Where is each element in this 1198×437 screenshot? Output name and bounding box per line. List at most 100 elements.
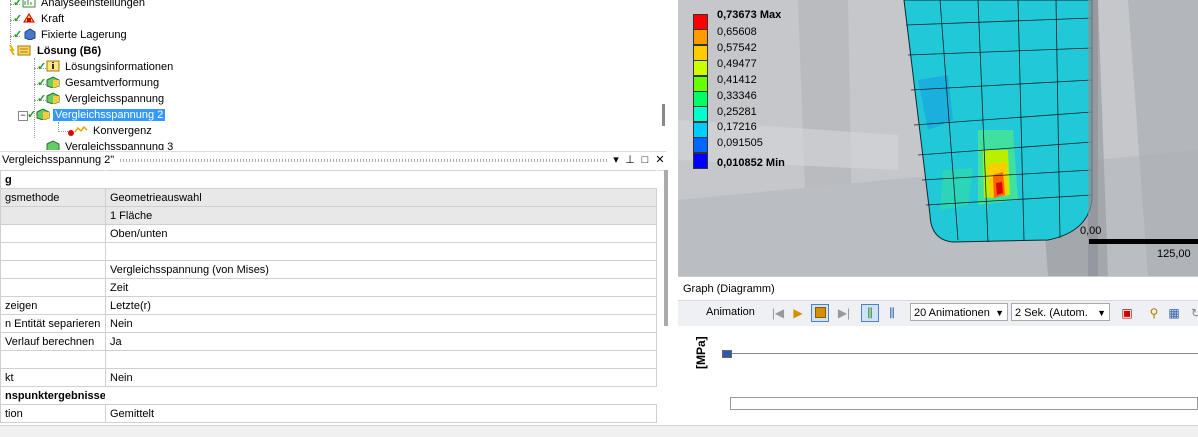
tree-item-force[interactable]: ✓ Kraft — [13, 11, 66, 27]
solution-info-icon: ✓ — [37, 60, 60, 73]
details-row[interactable]: g — [0, 170, 657, 189]
property-name — [0, 350, 106, 369]
timeline-scrollbar[interactable] — [730, 397, 1198, 410]
zoom-icon[interactable]: ⚲ — [1146, 305, 1162, 321]
previous-frame-icon[interactable]: |◀ — [770, 305, 786, 321]
legend-min-label: 0,010852 Min — [717, 157, 785, 169]
maximize-icon[interactable]: □ — [639, 154, 651, 166]
dropdown-icon[interactable]: ▾ — [610, 154, 622, 166]
details-row[interactable]: 1 Fläche — [0, 206, 657, 225]
duration-value: 2 Sek. (Autom. — [1015, 307, 1088, 319]
tree-item-solution[interactable]: Lösung (B6) — [8, 43, 103, 59]
details-title: Vergleichsspannung 2" — [2, 154, 115, 166]
scale-start-label: 0,00 — [1080, 225, 1102, 237]
details-row[interactable]: zeigen Letzte(r) — [0, 296, 657, 315]
legend-swatch — [693, 14, 708, 30]
animation-label: Animation — [706, 306, 755, 318]
fixed-support-icon: ✓ — [13, 28, 36, 41]
legend-value: 0,17216 — [717, 121, 757, 134]
property-value[interactable]: Nein — [105, 368, 657, 387]
tree-item-von-mises-1[interactable]: ✓ Vergleichsspannung — [37, 91, 166, 107]
tree-item-von-mises-2[interactable]: − ✓ Vergleichsspannung 2 — [18, 107, 166, 123]
property-value[interactable] — [105, 242, 657, 261]
legend-swatch — [693, 29, 708, 46]
frames-dropdown[interactable]: 20 Animationen ▼ — [910, 303, 1008, 321]
result-icon — [46, 140, 60, 150]
export-video-icon[interactable]: ▣ — [1119, 305, 1135, 321]
property-value — [105, 170, 657, 189]
details-row[interactable]: Zeit — [0, 278, 657, 297]
close-icon[interactable]: ✕ — [654, 154, 666, 166]
play-icon[interactable]: ▶ — [790, 305, 806, 321]
tabular-data-icon[interactable]: ▦ — [1166, 305, 1182, 321]
property-name: Verlauf berechnen — [0, 332, 106, 351]
legend-value: 0,65608 — [717, 26, 757, 38]
property-value[interactable]: Zeit — [105, 278, 657, 297]
stop-button[interactable] — [811, 304, 829, 322]
details-row[interactable]: Oben/unten — [0, 224, 657, 243]
details-row[interactable] — [0, 350, 657, 369]
property-value[interactable]: Geometrieauswahl — [105, 188, 657, 207]
details-scrollbar[interactable] — [664, 170, 668, 326]
next-frame-icon[interactable]: ▶| — [836, 305, 852, 321]
legend-value: 0,41412 — [717, 73, 757, 86]
property-name — [0, 206, 106, 225]
property-name: tion — [0, 404, 106, 423]
tree-guide — [34, 58, 35, 138]
details-row[interactable] — [0, 242, 657, 261]
graph-axis — [722, 353, 1198, 354]
property-value — [105, 386, 657, 405]
chevron-down-icon: ▼ — [1097, 308, 1106, 318]
duration-dropdown[interactable]: 2 Sek. (Autom. ▼ — [1011, 303, 1110, 321]
details-row[interactable]: gsmethode Geometrieauswahl — [0, 188, 657, 207]
tree-item-von-mises-3[interactable]: Vergleichsspannung 3 — [46, 139, 175, 150]
outline-tree[interactable]: ✓ Analyseeinstellungen ✓ Kraft ✓ Fixierte L… — [0, 0, 665, 150]
tree-item-solution-info[interactable]: ✓ Lösungsinformationen — [37, 59, 175, 75]
details-row[interactable]: n Entität separieren Nein — [0, 314, 657, 333]
analysis-settings-icon: ✓ — [13, 0, 36, 9]
distributed-frames-icon[interactable]: ⫼ — [861, 304, 879, 322]
header-grip — [120, 159, 607, 162]
legend-value: 0,091505 — [717, 137, 763, 150]
details-row[interactable]: kt Nein — [0, 368, 657, 387]
legend-value: 0,25281 — [717, 105, 757, 118]
legend-swatch — [693, 152, 708, 169]
legend-swatch — [693, 44, 708, 61]
details-row[interactable]: Verlauf berechnen Ja — [0, 332, 657, 351]
legend-max-label: 0,73673 Max — [717, 9, 782, 21]
tree-item-analysis-settings[interactable]: ✓ Analyseeinstellungen — [13, 0, 147, 11]
property-name: kt — [0, 368, 106, 387]
legend-swatch — [693, 106, 708, 123]
legend-swatch — [693, 75, 708, 92]
tree-scrollbar[interactable] — [662, 104, 665, 126]
graph-y-unit: [MPa] — [694, 336, 708, 369]
pin-icon[interactable]: ⊥ — [624, 154, 636, 166]
property-name: nspunktergebnisse — [0, 386, 106, 405]
frames-value: 20 Animationen — [914, 307, 990, 319]
details-row[interactable]: Vergleichsspannung (von Mises) — [0, 260, 657, 279]
legend-swatch — [693, 91, 708, 107]
result-sets-icon[interactable]: ⫼ — [884, 305, 900, 321]
property-value[interactable]: Oben/unten — [105, 224, 657, 243]
details-row[interactable]: tion Gemittelt — [0, 404, 657, 423]
tree-item-fixed-support[interactable]: ✓ Fixierte Lagerung — [13, 27, 129, 43]
refresh-icon[interactable]: ↻ — [1188, 305, 1198, 321]
property-value[interactable]: Letzte(r) — [105, 296, 657, 315]
property-name — [0, 224, 106, 243]
property-name — [0, 260, 106, 279]
details-row[interactable]: nspunktergebnisse — [0, 386, 657, 405]
tree-item-total-deformation[interactable]: ✓ Gesamtverformung — [37, 75, 161, 91]
tree-item-convergence[interactable]: Konvergenz — [68, 123, 154, 139]
property-name: n Entität separieren — [0, 314, 106, 333]
time-marker[interactable] — [722, 350, 732, 358]
property-name: gsmethode — [0, 188, 106, 207]
property-value[interactable] — [105, 350, 657, 369]
tree-guide — [10, 0, 11, 44]
property-name — [0, 278, 106, 297]
property-value[interactable]: Vergleichsspannung (von Mises) — [105, 260, 657, 279]
property-value[interactable]: 1 Fläche — [105, 206, 657, 225]
stop-icon — [814, 307, 826, 318]
property-value[interactable]: Ja — [105, 332, 657, 351]
property-value[interactable]: Nein — [105, 314, 657, 333]
property-value[interactable]: Gemittelt — [105, 404, 657, 423]
